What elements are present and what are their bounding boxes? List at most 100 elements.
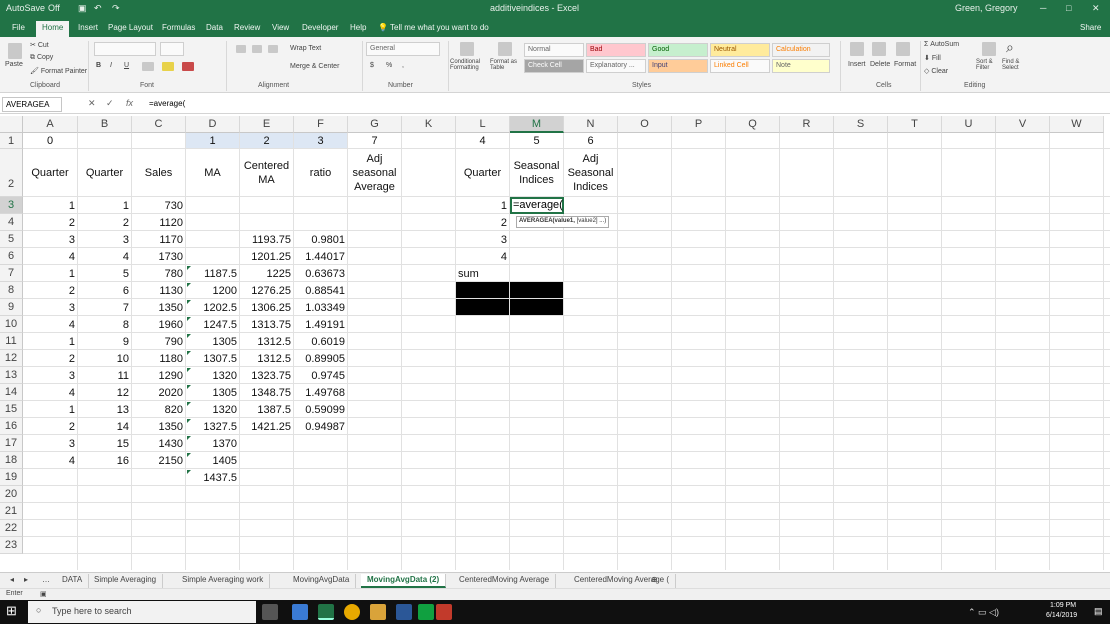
cell-F2[interactable]: ratio <box>296 166 345 180</box>
cell-A7[interactable]: 1 <box>25 266 75 282</box>
style-good[interactable]: Good <box>648 43 708 57</box>
cell-A16[interactable]: 2 <box>25 419 75 435</box>
cell-A1[interactable]: 0 <box>25 134 75 148</box>
tray-icons[interactable]: ⌃ ▭ ◁) <box>968 607 999 618</box>
underline-icon[interactable]: U <box>124 62 129 69</box>
cell-B18[interactable]: 16 <box>80 453 129 469</box>
font-color-icon[interactable] <box>182 62 194 71</box>
number-format-box[interactable]: General <box>366 42 440 56</box>
cell-C9[interactable]: 1350 <box>134 300 183 316</box>
format-cells-button[interactable]: Format <box>894 61 916 68</box>
cell-F5[interactable]: 0.9801 <box>296 232 345 248</box>
cell-C8[interactable]: 1130 <box>134 283 183 299</box>
column-header-K[interactable]: K <box>402 116 456 133</box>
bold-icon[interactable]: B <box>96 62 101 69</box>
cell-F15[interactable]: 0.59099 <box>296 402 345 418</box>
cell-C6[interactable]: 1730 <box>134 249 183 265</box>
cell-L3[interactable]: 1 <box>458 198 507 214</box>
clock-time[interactable]: 1:09 PM <box>1050 602 1076 609</box>
cell-C3[interactable]: 730 <box>134 198 183 214</box>
row-header-23[interactable]: 23 <box>0 537 23 554</box>
cell-E10[interactable]: 1313.75 <box>242 317 291 333</box>
scroll-right-icon[interactable]: ▸ <box>18 574 34 588</box>
cell-C14[interactable]: 2020 <box>134 385 183 401</box>
row-header-2[interactable]: 2 <box>0 149 23 197</box>
cell-F11[interactable]: 0.6019 <box>296 334 345 350</box>
cell-L2[interactable]: Quarter <box>458 166 507 180</box>
cell-E6[interactable]: 1201.25 <box>242 249 291 265</box>
cell-D19[interactable]: 1437.5 <box>188 470 237 486</box>
cell-D9[interactable]: 1202.5 <box>188 300 237 316</box>
app-powerpoint-icon[interactable] <box>436 604 452 620</box>
cell-L6[interactable]: 4 <box>458 249 507 265</box>
cell-M1[interactable]: 5 <box>512 134 561 148</box>
task-view-icon[interactable] <box>262 604 278 620</box>
format-as-table-icon[interactable] <box>498 42 512 56</box>
style-check-cell[interactable]: Check Cell <box>524 59 584 73</box>
style-explanatory[interactable]: Explanatory ... <box>586 59 646 73</box>
cell-A18[interactable]: 4 <box>25 453 75 469</box>
user-name[interactable]: Green, Gregory <box>955 3 1018 13</box>
fill-button[interactable]: ⬇ Fill <box>924 54 941 62</box>
save-icon[interactable]: ▣ <box>78 3 87 14</box>
cell-B5[interactable]: 3 <box>80 232 129 248</box>
align-middle-icon[interactable] <box>252 45 262 53</box>
tab-page-layout[interactable]: Page Layout <box>108 23 153 32</box>
style-bad[interactable]: Bad <box>586 43 646 57</box>
sort-filter-button[interactable]: Sort & Filter <box>976 59 1000 71</box>
name-box[interactable]: AVERAGEA <box>2 97 62 112</box>
cell-B10[interactable]: 8 <box>80 317 129 333</box>
row-header-8[interactable]: 8 <box>0 282 23 299</box>
column-header-M[interactable]: M <box>510 116 564 133</box>
cell-D10[interactable]: 1247.5 <box>188 317 237 333</box>
app-word-icon[interactable] <box>396 604 412 620</box>
cell-D16[interactable]: 1327.5 <box>188 419 237 435</box>
tab-view[interactable]: View <box>272 23 289 32</box>
formula-input[interactable]: =average( <box>145 97 1105 112</box>
cell-D13[interactable]: 1320 <box>188 368 237 384</box>
cell-C18[interactable]: 2150 <box>134 453 183 469</box>
cell-L5[interactable]: 3 <box>458 232 507 248</box>
column-header-F[interactable]: F <box>294 116 348 133</box>
enter-icon[interactable]: ✓ <box>106 98 114 109</box>
row-header-7[interactable]: 7 <box>0 265 23 282</box>
cell-B3[interactable]: 1 <box>80 198 129 214</box>
magnifier-icon[interactable]: ⌕ <box>1006 39 1014 56</box>
column-header-B[interactable]: B <box>78 116 132 133</box>
row-header-21[interactable]: 21 <box>0 503 23 520</box>
format-cells-icon[interactable] <box>896 42 910 56</box>
row-header-11[interactable]: 11 <box>0 333 23 350</box>
font-size-box[interactable] <box>160 42 184 56</box>
sheet-tab-4[interactable]: MovingAvgData (2) <box>361 574 447 588</box>
cell-B12[interactable]: 10 <box>80 351 129 367</box>
cell-C12[interactable]: 1180 <box>134 351 183 367</box>
row-header-6[interactable]: 6 <box>0 248 23 265</box>
tab-insert[interactable]: Insert <box>78 23 98 32</box>
cell-L7[interactable]: sum <box>458 266 507 282</box>
cell-D2[interactable]: MA <box>188 166 237 180</box>
row-header-3[interactable]: 3 <box>0 197 23 214</box>
cell-F1[interactable]: 3 <box>296 134 345 148</box>
cell-B14[interactable]: 12 <box>80 385 129 401</box>
column-header-P[interactable]: P <box>672 116 726 133</box>
conditional-formatting-icon[interactable] <box>460 42 474 56</box>
app-excel-icon[interactable] <box>318 604 334 620</box>
cell-A4[interactable]: 2 <box>25 215 75 231</box>
column-header-S[interactable]: S <box>834 116 888 133</box>
column-header-Q[interactable]: Q <box>726 116 780 133</box>
row-header-18[interactable]: 18 <box>0 452 23 469</box>
active-cell-M3[interactable]: =average( <box>510 197 564 214</box>
conditional-formatting-button[interactable]: Conditional Formatting <box>450 59 490 71</box>
align-bottom-icon[interactable] <box>268 45 278 53</box>
column-header-C[interactable]: C <box>132 116 186 133</box>
row-header-12[interactable]: 12 <box>0 350 23 367</box>
row-header-15[interactable]: 15 <box>0 401 23 418</box>
clock-date[interactable]: 6/14/2019 <box>1046 612 1077 619</box>
cell-F14[interactable]: 1.49768 <box>296 385 345 401</box>
cell-E8[interactable]: 1276.25 <box>242 283 291 299</box>
cut-button[interactable]: ✂ Cut <box>30 41 49 49</box>
cell-F9[interactable]: 1.03349 <box>296 300 345 316</box>
cell-L4[interactable]: 2 <box>458 215 507 231</box>
currency-icon[interactable]: $ <box>370 62 374 69</box>
cell-C4[interactable]: 1120 <box>134 215 183 231</box>
